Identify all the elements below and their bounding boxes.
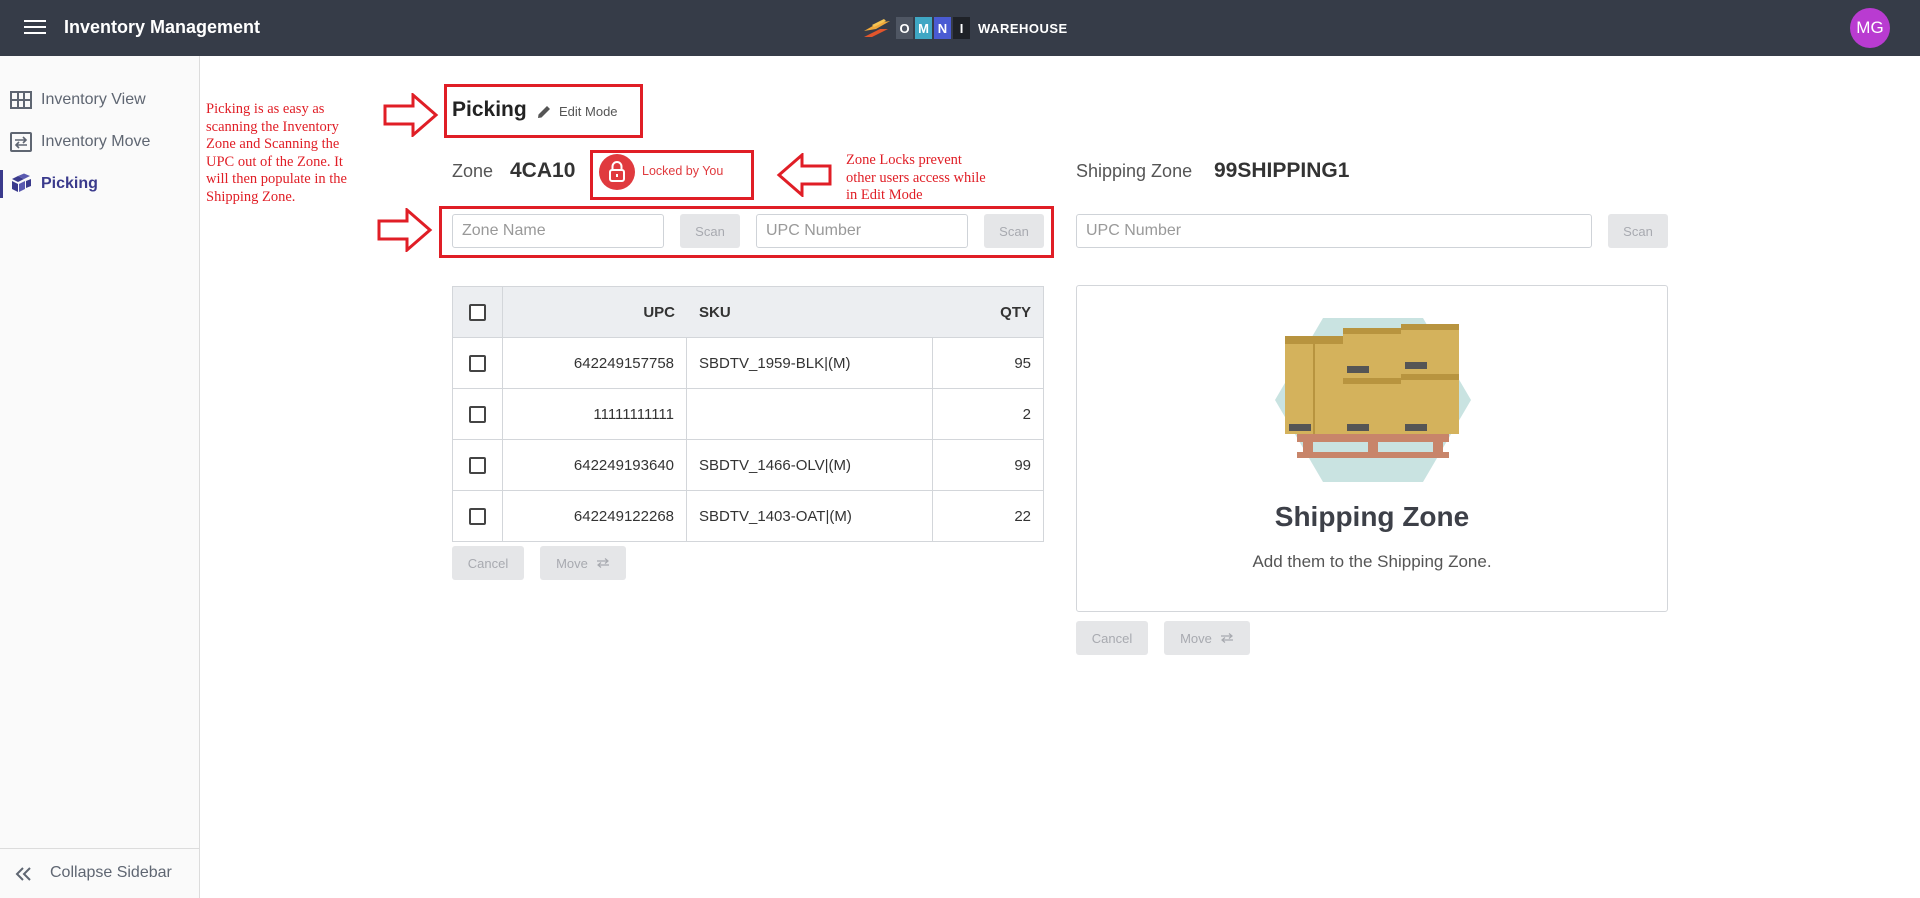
arrow-right-icon	[377, 208, 433, 252]
page-title: Picking	[452, 98, 527, 121]
upc-header: UPC	[643, 303, 675, 321]
checkbox-cell	[453, 440, 503, 490]
collapse-sidebar-button[interactable]: Collapse Sidebar	[0, 848, 199, 898]
sidebar-item-label: Picking	[41, 175, 98, 192]
picking-annotation: Picking is as easy as scanning the Inven…	[206, 101, 347, 205]
sidebar-item-label: Inventory Move	[41, 133, 151, 150]
qty-cell: 22	[1014, 507, 1031, 525]
move-label: Move	[556, 555, 588, 571]
shipping-zone-label: Shipping Zone	[1076, 161, 1193, 181]
double-chevron-left-icon	[15, 867, 31, 881]
lock-status-label: Locked by You	[642, 164, 724, 178]
transfer-icon	[10, 132, 32, 152]
shipping-upc-input[interactable]: UPC Number	[1076, 214, 1592, 248]
checkbox-cell	[453, 338, 503, 388]
sku-cell	[687, 389, 933, 439]
logo-letter-i: I	[953, 17, 970, 39]
menu-icon[interactable]	[24, 19, 46, 36]
arrow-right-icon	[383, 93, 439, 137]
zone-scan-button[interactable]: Scan	[680, 214, 740, 248]
row-checkbox[interactable]	[469, 354, 486, 372]
table-row[interactable]: 11111111111 2	[453, 388, 1043, 439]
sku-cell: SBDTV_1466-OLV|(M)	[687, 440, 933, 490]
row-checkbox[interactable]	[469, 507, 486, 525]
active-indicator	[0, 170, 3, 198]
arrow-left-icon	[776, 153, 832, 197]
upc-number-input[interactable]: UPC Number	[756, 214, 968, 248]
table-header-row: UPC SKU QTY	[453, 287, 1043, 337]
picking-table: UPC SKU QTY 642249157758 SBDTV_1959-BLK|…	[452, 286, 1044, 542]
shipping-cancel-button[interactable]: Cancel	[1076, 621, 1148, 655]
logo-word: WAREHOUSE	[978, 20, 1068, 36]
logo-letter-n: N	[934, 17, 951, 39]
header-checkbox-cell	[453, 287, 503, 337]
app-title: Inventory Management	[64, 17, 261, 37]
checkbox-cell	[453, 389, 503, 439]
lock-button[interactable]	[599, 154, 635, 190]
lock-icon	[609, 161, 625, 182]
edit-mode-button[interactable]: Edit Mode	[537, 101, 618, 121]
pallet-boxes-illustration	[1275, 318, 1471, 482]
cancel-button[interactable]: Cancel	[452, 546, 524, 580]
shipping-move-label: Move	[1180, 630, 1212, 646]
sidebar-item-inventory-move[interactable]: Inventory Move	[0, 124, 199, 160]
shipping-card-subtitle: Add them to the Shipping Zone.	[1252, 552, 1492, 571]
omni-warehouse-logo: O M N I WAREHOUSE	[862, 16, 1068, 40]
shipping-card-title: Shipping Zone	[1274, 501, 1470, 532]
shipping-move-button[interactable]: Move	[1164, 621, 1250, 655]
swap-arrows-icon	[596, 558, 609, 568]
zone-value: 4CA10	[510, 159, 576, 182]
edit-mode-label: Edit Mode	[559, 103, 618, 119]
sidebar-item-inventory-view[interactable]: Inventory View	[0, 82, 199, 118]
zone-label: Zone	[452, 161, 494, 181]
move-button[interactable]: Move	[540, 546, 626, 580]
table-row[interactable]: 642249193640 SBDTV_1466-OLV|(M) 99	[453, 439, 1043, 490]
upc-cell: 642249193640	[503, 440, 687, 490]
shipping-zone-value: 99SHIPPING1	[1214, 159, 1350, 182]
upc-cell: 11111111111	[503, 389, 687, 439]
shipping-zone-card: Shipping Zone Add them to the Shipping Z…	[1076, 285, 1668, 612]
avatar[interactable]: MG	[1850, 8, 1890, 48]
upc-cell: 642249157758	[503, 338, 687, 388]
qty-cell: 99	[1014, 456, 1031, 474]
zone-name-input[interactable]: Zone Name	[452, 214, 664, 248]
logo-letter-m: M	[915, 17, 932, 39]
logo-swoosh-icon	[864, 19, 890, 37]
qty-cell: 95	[1014, 354, 1031, 372]
collapse-sidebar-label: Collapse Sidebar	[50, 864, 172, 881]
qty-cell: 2	[1022, 405, 1031, 423]
sidebar: Inventory View Inventory Move Picking Co…	[0, 56, 200, 898]
sku-cell: SBDTV_1403-OAT|(M)	[687, 491, 933, 541]
row-checkbox[interactable]	[469, 405, 486, 423]
logo-letter-o: O	[896, 17, 913, 39]
sidebar-item-label: Inventory View	[41, 91, 146, 108]
row-checkbox[interactable]	[469, 456, 486, 474]
table-row[interactable]: 642249122268 SBDTV_1403-OAT|(M) 22	[453, 490, 1043, 541]
boxes-icon	[12, 173, 31, 192]
qty-header: QTY	[1000, 303, 1031, 321]
table-row[interactable]: 642249157758 SBDTV_1959-BLK|(M) 95	[453, 337, 1043, 388]
checkbox-cell	[453, 491, 503, 541]
select-all-checkbox[interactable]	[469, 303, 486, 321]
top-app-bar: Inventory Management O M N I WAREHOUSE M…	[0, 0, 1920, 56]
shipping-scan-button[interactable]: Scan	[1608, 214, 1668, 248]
upc-cell: 642249122268	[503, 491, 687, 541]
swap-arrows-icon	[1220, 633, 1233, 643]
sidebar-item-picking[interactable]: Picking	[0, 166, 199, 202]
sku-cell: SBDTV_1959-BLK|(M)	[687, 338, 933, 388]
upc-scan-button[interactable]: Scan	[984, 214, 1044, 248]
zone-lock-annotation: Zone Locks prevent other users access wh…	[846, 152, 986, 203]
sku-header: SKU	[699, 303, 731, 321]
grid-icon	[10, 91, 32, 109]
pencil-icon	[538, 105, 550, 118]
